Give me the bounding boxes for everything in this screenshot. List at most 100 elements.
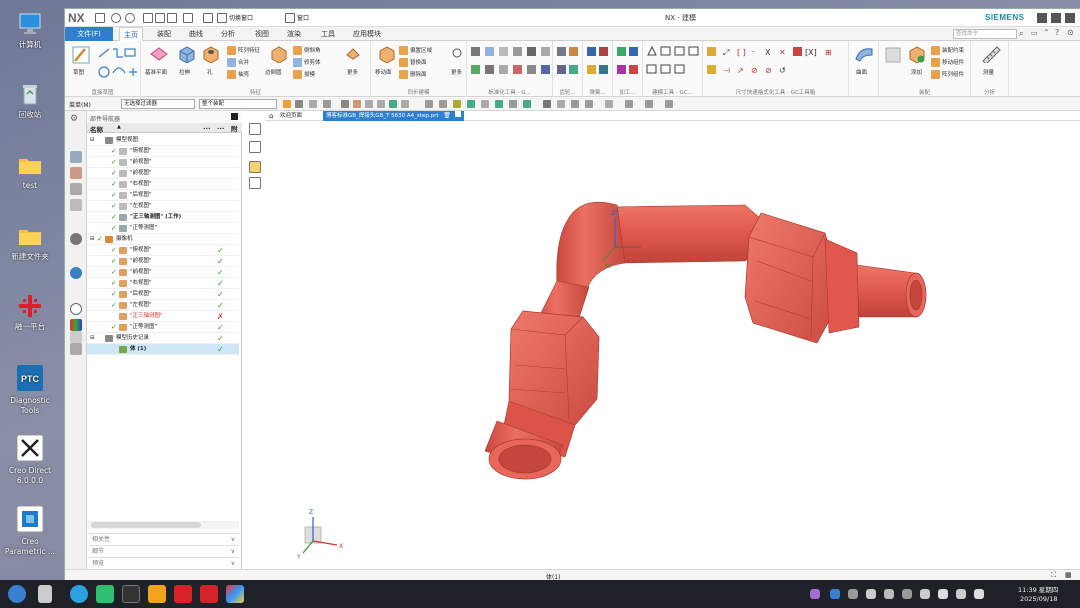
- undo-icon[interactable]: [111, 13, 121, 23]
- platform-taskbar-icon-2[interactable]: [200, 585, 218, 603]
- trim-body-button[interactable]: 修剪体: [304, 58, 321, 66]
- settings-icon[interactable]: ⊙: [1067, 28, 1074, 37]
- new-component-icon[interactable]: [883, 45, 903, 63]
- save-icon[interactable]: [95, 13, 105, 23]
- replace-face-icon[interactable]: [399, 58, 408, 67]
- add-component-button[interactable]: 添加: [911, 68, 922, 76]
- navigator-row[interactable]: ✓ "左视图": [87, 201, 239, 212]
- visibility-check-icon[interactable]: ✓: [111, 179, 117, 190]
- expand-toggle-icon[interactable]: ⊟: [90, 333, 95, 344]
- repeat-command-icon[interactable]: [183, 13, 193, 23]
- move-component-icon[interactable]: [931, 58, 940, 67]
- point-icon[interactable]: [425, 100, 433, 108]
- column-2[interactable]: ...: [217, 123, 224, 131]
- accordion-dependencies[interactable]: 相关性 ∨: [89, 533, 239, 544]
- modeling-tools-icons[interactable]: [645, 45, 701, 81]
- tray-icon[interactable]: [920, 589, 930, 599]
- navigator-row[interactable]: ✓ "后视图" ✓: [87, 289, 239, 300]
- extrude-icon[interactable]: [177, 45, 197, 63]
- gear-icon[interactable]: ⚙: [70, 114, 78, 124]
- fullscreen-icon[interactable]: ⛶: [1051, 571, 1056, 580]
- tab-tools[interactable]: 工具: [317, 27, 339, 41]
- tab-assembly[interactable]: 装配: [153, 27, 175, 41]
- draft-icon[interactable]: [293, 70, 302, 79]
- more-feature-button[interactable]: 更多: [347, 68, 358, 76]
- navigator-row[interactable]: ✓ "俯视图": [87, 146, 239, 157]
- sync-more-button[interactable]: 更多: [451, 68, 462, 76]
- curve-icon[interactable]: [389, 100, 397, 108]
- shell-icon[interactable]: [227, 70, 236, 79]
- navigator-row[interactable]: "正三轴测图" ✗: [87, 311, 239, 322]
- home-icon[interactable]: ⌂: [269, 112, 273, 120]
- tray-icon[interactable]: [884, 589, 894, 599]
- visibility-check-icon[interactable]: ✓: [111, 245, 117, 256]
- command-search-input[interactable]: 查找命令: [953, 29, 1017, 39]
- paste-icon[interactable]: [167, 13, 177, 23]
- copy-icon[interactable]: [155, 13, 165, 23]
- tray-icon[interactable]: [830, 589, 840, 599]
- render-style-icon[interactable]: [625, 100, 633, 108]
- hole-button[interactable]: 孔: [207, 68, 213, 76]
- view-orientation-icon[interactable]: [605, 100, 613, 108]
- close-sheet-icon[interactable]: [249, 177, 261, 189]
- navigator-row[interactable]: ✓ "正三轴测图" (工作): [87, 212, 239, 223]
- tray-icon[interactable]: [866, 589, 876, 599]
- visibility-check-icon[interactable]: ✓: [111, 201, 117, 212]
- unite-icon[interactable]: [227, 58, 236, 67]
- fit-icon[interactable]: [557, 100, 565, 108]
- navigator-row[interactable]: ✓ "前视图": [87, 168, 239, 179]
- layout-icon[interactable]: ▦: [1065, 571, 1072, 579]
- datum-plane-button[interactable]: 基准平面: [145, 68, 167, 76]
- delete-face-icon[interactable]: [399, 70, 408, 79]
- visibility-check-icon[interactable]: ✓: [111, 267, 117, 278]
- desktop-icon-creo-parametric[interactable]: Creo Parametric ...: [4, 505, 56, 557]
- tab-close-icon[interactable]: 🗑: [443, 112, 451, 119]
- intersection-icon[interactable]: [481, 100, 489, 108]
- datum-plane-icon[interactable]: [149, 45, 169, 63]
- expand-toggle-icon[interactable]: ⊟: [90, 135, 95, 146]
- offset-region-button[interactable]: 偏置区域: [410, 46, 432, 54]
- start-icon[interactable]: [8, 585, 26, 603]
- tab-home[interactable]: 主页: [119, 27, 143, 41]
- window-icon[interactable]: [285, 13, 295, 23]
- edit-icon[interactable]: [249, 161, 261, 173]
- hd3d-icon[interactable]: [70, 233, 82, 245]
- tangent-icon[interactable]: [495, 100, 503, 108]
- desktop-icon-creo-direct[interactable]: Creo Direct 6.0.0.0: [4, 434, 56, 486]
- chat-icon[interactable]: [96, 585, 114, 603]
- select-region-icon[interactable]: [309, 100, 317, 108]
- tab-curve[interactable]: 曲线: [185, 27, 207, 41]
- column-name[interactable]: 名称: [90, 124, 103, 134]
- visibility-check-icon[interactable]: ✓: [111, 146, 117, 157]
- navigator-row[interactable]: ✓ "正等测图" ✓: [87, 322, 239, 333]
- visibility-check-icon[interactable]: ✓: [111, 322, 117, 333]
- model-canvas[interactable]: ZC YC Z X Y: [265, 121, 1080, 569]
- solid-body-icon[interactable]: [353, 100, 361, 108]
- filter-icon[interactable]: [295, 100, 303, 108]
- offset-region-icon[interactable]: [399, 46, 408, 55]
- assembly-constraints-button[interactable]: 装配约束: [942, 46, 964, 54]
- navigator-row[interactable]: ✓ "前视图": [87, 157, 239, 168]
- assembly-constraints-icon[interactable]: [931, 46, 940, 55]
- visibility-check-icon[interactable]: ✓: [111, 223, 117, 234]
- tray-icon[interactable]: [902, 589, 912, 599]
- ribbon-options-icon[interactable]: ▭: [1031, 29, 1038, 37]
- pattern-feature-button[interactable]: 阵列特征: [238, 46, 260, 54]
- restore-button[interactable]: [1051, 13, 1061, 23]
- navigator-row[interactable]: ⊟ 模型历史记录 ✓: [87, 333, 239, 344]
- browser-icon[interactable]: [70, 585, 88, 603]
- chamfer-button[interactable]: 倒斜角: [304, 46, 321, 54]
- sketch-icon[interactable]: [71, 45, 91, 65]
- orient-icon[interactable]: [543, 100, 551, 108]
- graphics-window[interactable]: ZC YC Z X Y: [265, 121, 1080, 569]
- visibility-check-icon[interactable]: ✓: [111, 256, 117, 267]
- edge-icon[interactable]: [377, 100, 385, 108]
- delete-face-button[interactable]: 删除面: [410, 70, 427, 78]
- store-icon[interactable]: [148, 585, 166, 603]
- edge-blend-icon[interactable]: [269, 45, 289, 63]
- extrude-button[interactable]: 拉伸: [179, 68, 190, 76]
- rotate-icon[interactable]: [585, 100, 593, 108]
- visibility-check-icon[interactable]: ✓: [97, 234, 103, 245]
- desktop-icon-recycle-bin[interactable]: 回收站: [4, 82, 56, 120]
- reuse-library-icon[interactable]: [70, 199, 82, 211]
